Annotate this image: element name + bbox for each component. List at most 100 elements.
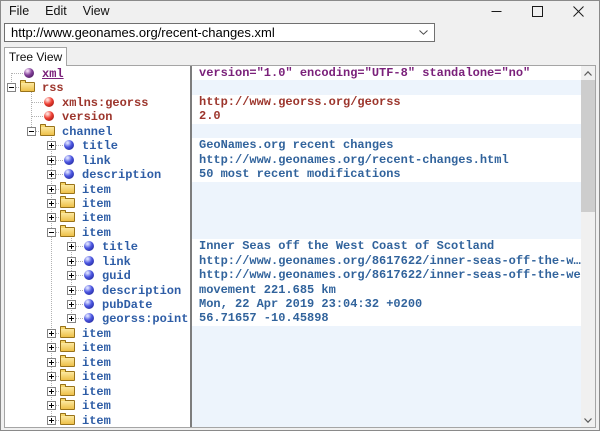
tree-node-description[interactable]: description xyxy=(5,167,190,181)
tree-node-label: item xyxy=(82,341,111,355)
tree-node-item[interactable]: item xyxy=(5,210,190,224)
menu-edit[interactable]: Edit xyxy=(37,1,75,22)
tree-connector-stub xyxy=(31,116,43,117)
folder-icon xyxy=(60,212,75,222)
tree-node-item[interactable]: item xyxy=(5,398,190,412)
window-controls xyxy=(476,1,599,22)
tree-node-label: item xyxy=(82,183,111,197)
tree-node-label: rss xyxy=(42,81,64,95)
tree-node-xml[interactable]: xml xyxy=(5,66,190,80)
expand-plus-icon[interactable] xyxy=(67,271,76,280)
folder-icon xyxy=(60,198,75,208)
menubar: File Edit View xyxy=(1,1,118,22)
tree-panel[interactable]: xmlrssxmlns:georssversionchanneltitlelin… xyxy=(5,66,192,427)
tree-node-channel[interactable]: channel xyxy=(5,124,190,138)
tab-tree-view[interactable]: Tree View xyxy=(4,47,67,66)
tree-node-georss:point[interactable]: georss:point xyxy=(5,311,190,325)
tree-node-item[interactable]: item xyxy=(5,413,190,427)
tree-node-description[interactable]: description xyxy=(5,283,190,297)
expand-plus-icon[interactable] xyxy=(47,343,56,352)
collapse-minus-icon[interactable] xyxy=(27,127,36,136)
scroll-down-button[interactable] xyxy=(581,413,595,427)
combobox-dropdown-button[interactable] xyxy=(412,24,434,41)
tree-node-item[interactable]: item xyxy=(5,182,190,196)
value-row xyxy=(192,196,595,210)
expand-plus-icon[interactable] xyxy=(47,416,56,425)
expand-plus-icon[interactable] xyxy=(67,314,76,323)
scrollbar-thumb[interactable] xyxy=(581,80,595,212)
tree-node-label: item xyxy=(82,197,111,211)
value-row xyxy=(192,384,595,398)
menu-file[interactable]: File xyxy=(1,1,37,22)
expand-plus-icon[interactable] xyxy=(47,185,56,194)
expand-plus-icon[interactable] xyxy=(47,213,56,222)
close-icon xyxy=(573,6,584,17)
xml-tree-content: xmlrssxmlns:georssversionchanneltitlelin… xyxy=(4,65,596,428)
tree-node-label: channel xyxy=(62,125,112,139)
expand-plus-icon[interactable] xyxy=(67,257,76,266)
url-combobox[interactable] xyxy=(4,23,435,42)
tree-node-label: title xyxy=(102,240,138,254)
tree-node-item[interactable]: item xyxy=(5,326,190,340)
folder-icon xyxy=(20,82,35,92)
value-row xyxy=(192,210,595,224)
folder-icon xyxy=(60,184,75,194)
tree-node-item[interactable]: item xyxy=(5,355,190,369)
tree-node-pubDate[interactable]: pubDate xyxy=(5,297,190,311)
tree-node-link[interactable]: link xyxy=(5,153,190,167)
tree-node-item[interactable]: item xyxy=(5,369,190,383)
element-icon xyxy=(64,169,74,179)
tree-node-label: item xyxy=(82,327,111,341)
tree-node-guid[interactable]: guid xyxy=(5,268,190,282)
expand-plus-icon[interactable] xyxy=(47,199,56,208)
tree-node-title[interactable]: title xyxy=(5,138,190,152)
tree-node-label: link xyxy=(82,154,111,168)
tree-node-label: xmlns:georss xyxy=(62,96,148,110)
tree-node-item[interactable]: item xyxy=(5,196,190,210)
collapse-minus-icon[interactable] xyxy=(7,83,16,92)
expand-plus-icon[interactable] xyxy=(47,170,56,179)
value-row xyxy=(192,124,595,138)
close-button[interactable] xyxy=(558,1,599,22)
tree-node-item[interactable]: item xyxy=(5,340,190,354)
folder-icon xyxy=(60,328,75,338)
minimize-icon xyxy=(491,6,502,17)
folder-icon xyxy=(60,386,75,396)
expand-plus-icon[interactable] xyxy=(67,242,76,251)
expand-plus-icon[interactable] xyxy=(67,300,76,309)
value-row xyxy=(192,80,595,94)
maximize-icon xyxy=(532,6,543,17)
expand-plus-icon[interactable] xyxy=(47,329,56,338)
menu-view[interactable]: View xyxy=(75,1,118,22)
scroll-up-button[interactable] xyxy=(581,66,595,80)
vertical-scrollbar[interactable] xyxy=(581,66,595,427)
expand-plus-icon[interactable] xyxy=(47,141,56,150)
maximize-button[interactable] xyxy=(517,1,558,22)
expand-plus-icon[interactable] xyxy=(47,358,56,367)
tree-node-label: guid xyxy=(102,269,131,283)
element-icon xyxy=(84,313,94,323)
tree-node-item[interactable]: item xyxy=(5,225,190,239)
value-row: http://www.geonames.org/recent-changes.h… xyxy=(192,153,595,167)
tree-node-link[interactable]: link xyxy=(5,254,190,268)
expand-plus-icon[interactable] xyxy=(47,387,56,396)
collapse-minus-icon[interactable] xyxy=(47,228,56,237)
tree-node-version[interactable]: version xyxy=(5,109,190,123)
tree-node-rss[interactable]: rss xyxy=(5,80,190,94)
expand-plus-icon[interactable] xyxy=(47,401,56,410)
tree-node-label: item xyxy=(82,356,111,370)
minimize-button[interactable] xyxy=(476,1,517,22)
url-input[interactable] xyxy=(5,25,412,40)
value-row: 2.0 xyxy=(192,109,595,123)
chevron-down-icon xyxy=(419,30,428,35)
tree-node-item[interactable]: item xyxy=(5,384,190,398)
expand-plus-icon[interactable] xyxy=(47,372,56,381)
expand-plus-icon[interactable] xyxy=(47,156,56,165)
value-row xyxy=(192,326,595,340)
expand-plus-icon[interactable] xyxy=(67,286,76,295)
tree-node-xmlns:georss[interactable]: xmlns:georss xyxy=(5,95,190,109)
folder-icon xyxy=(40,126,55,136)
tree-node-title[interactable]: title xyxy=(5,239,190,253)
element-icon xyxy=(84,285,94,295)
tree-node-label: item xyxy=(82,414,111,428)
